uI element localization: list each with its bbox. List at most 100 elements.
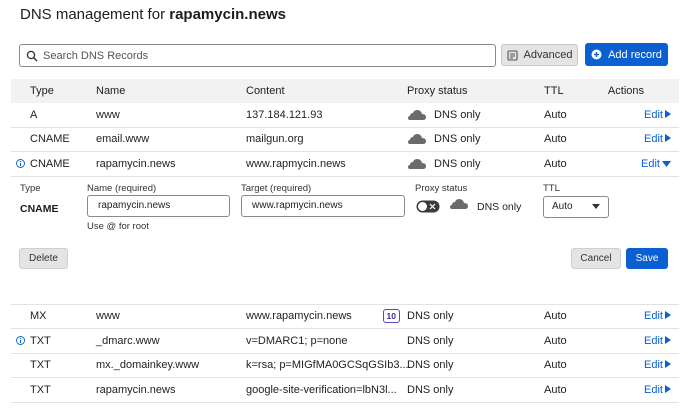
record-content-text: mailgun.org xyxy=(246,133,304,146)
proxy-status-text: DNS only xyxy=(434,108,481,121)
search-icon xyxy=(26,50,38,61)
target-input[interactable] xyxy=(252,200,404,211)
plus-circle-icon xyxy=(591,49,602,60)
record-name: www xyxy=(96,310,120,323)
proxy-status-text: DNS only xyxy=(434,133,481,146)
record-ttl: Auto xyxy=(544,334,567,347)
record-content: google-site-verification=lbN3l... xyxy=(246,378,397,402)
table-row[interactable]: TXT rapamycin.news google-site-verificatio… xyxy=(11,378,679,403)
table-row[interactable]: TXT _dmarc.www v=DMARC1; p=none DNS only Aut… xyxy=(11,329,679,354)
col-actions-header: Actions xyxy=(607,85,644,97)
table-header: Type Name Content Proxy status TTL Actio… xyxy=(11,79,679,103)
edit-link[interactable]: Edit xyxy=(644,128,671,152)
proxy-status: DNS only xyxy=(407,329,453,353)
target-label: Target (required) xyxy=(241,182,312,194)
target-field[interactable] xyxy=(241,194,405,217)
priority-badge: 10 xyxy=(382,309,400,324)
dns-records-table: Type Name Content Proxy status TTL Actio… xyxy=(11,79,679,409)
type-value: CNAME xyxy=(20,202,59,215)
record-type: TXT xyxy=(30,383,51,396)
record-name: _dmarc.www xyxy=(96,334,160,347)
table-row[interactable]: Awww 137.184.121.93 DNS only Auto Edit xyxy=(11,103,679,128)
record-content-text: 137.184.121.93 xyxy=(246,108,323,121)
table-row[interactable]: TXT www v=spf1 include:mailgun.org ~all DNS… xyxy=(11,403,679,409)
delete-button[interactable]: Delete xyxy=(19,247,68,269)
table-row[interactable]: MX www www.rapamycin.news 10 DNS only Auto Edi… xyxy=(11,305,679,329)
col-name-header[interactable]: Name xyxy=(96,79,125,103)
edit-link[interactable]: Edit xyxy=(644,329,671,353)
record-content: k=rsa; p=MIGfMA0GCSqGSIb3... xyxy=(246,354,409,378)
info-icon[interactable] xyxy=(16,329,25,353)
cloud-icon xyxy=(407,132,427,146)
save-button[interactable]: Save xyxy=(626,247,668,269)
record-type: MX xyxy=(30,310,47,323)
proxy-status: DNS only xyxy=(407,305,453,329)
proxy-toggle[interactable] xyxy=(416,200,440,216)
record-content: www.rapamycin.news 10 xyxy=(246,305,400,329)
record-content: 137.184.121.93 xyxy=(246,103,322,127)
caret-right-icon xyxy=(665,133,671,145)
record-name: mx._domainkey.www xyxy=(96,359,200,372)
edit-link[interactable]: Edit xyxy=(644,403,671,409)
cancel-button[interactable]: Cancel xyxy=(571,247,621,269)
proxy-status: DNS only xyxy=(407,354,453,378)
col-content-header[interactable]: Content xyxy=(246,79,285,103)
advanced-label: Advanced xyxy=(523,49,573,61)
advanced-button[interactable]: Advanced xyxy=(501,44,578,66)
record-content-text: k=rsa; p=MIGfMA0GCSqGSIb3... xyxy=(246,359,409,372)
edit-link[interactable]: Edit xyxy=(644,305,671,329)
col-ttl-header[interactable]: TTL xyxy=(544,79,564,103)
caret-right-icon xyxy=(665,335,671,347)
record-name: www xyxy=(96,403,120,409)
proxy-status-label: Proxy status xyxy=(415,182,468,194)
record-content: www.rapmycin.news xyxy=(246,152,346,176)
record-type: CNAME xyxy=(30,133,70,146)
name-input[interactable] xyxy=(98,200,229,211)
name-field[interactable] xyxy=(87,194,230,217)
record-type: TXT xyxy=(30,403,51,409)
table-row[interactable]: TXT mx._domainkey.www k=rsa; p=MIGfMA0GCSq… xyxy=(11,354,679,378)
name-label: Name (required) xyxy=(87,182,157,194)
record-name: rapamycin.news xyxy=(96,383,176,396)
ttl-select[interactable]: Auto xyxy=(543,195,609,218)
proxy-status: DNS only xyxy=(407,403,453,409)
page-title-domain: rapamycin.news xyxy=(169,6,286,23)
edit-label: Edit xyxy=(644,108,663,121)
record-name: rapamycin.news xyxy=(96,157,176,170)
proxy-status: DNS only xyxy=(407,378,453,402)
proxy-status: DNS only xyxy=(407,152,480,176)
chevron-down-icon xyxy=(592,204,600,209)
filter-document-icon xyxy=(506,49,518,61)
col-proxy-header: Proxy status xyxy=(407,85,468,97)
caret-right-icon xyxy=(665,109,671,121)
proxy-status-text: DNS only xyxy=(407,359,454,372)
search-box[interactable] xyxy=(19,44,496,67)
record-ttl: Auto xyxy=(544,310,567,323)
edit-label: Edit xyxy=(644,133,663,146)
edit-label: Edit xyxy=(644,359,663,372)
edit-link[interactable]: Edit xyxy=(644,354,671,378)
record-type: TXT xyxy=(30,334,51,347)
add-record-label: Add record xyxy=(608,48,662,61)
info-icon[interactable] xyxy=(16,152,25,176)
search-input[interactable] xyxy=(43,49,483,62)
table-row[interactable]: CNAME email.www mailgun.org DNS only Auto Edi… xyxy=(11,128,679,152)
add-record-button[interactable]: Add record xyxy=(585,43,668,66)
col-type-header[interactable]: Type xyxy=(30,79,54,103)
name-hint: Use @ for root xyxy=(87,220,149,232)
proxy-status: DNS only xyxy=(407,128,480,152)
edit-link[interactable]: Edit xyxy=(644,103,671,127)
edit-label: Edit xyxy=(644,383,663,396)
record-ttl: Auto xyxy=(544,403,567,409)
proxy-status-value: DNS only xyxy=(477,200,522,213)
proxy-status-text: DNS only xyxy=(407,334,454,347)
edit-label: Edit xyxy=(644,310,663,323)
record-content-text: www.rapamycin.news xyxy=(246,310,352,323)
edit-link[interactable]: Edit xyxy=(641,152,671,176)
record-content-text: v=DMARC1; p=none xyxy=(246,334,348,347)
record-ttl: Auto xyxy=(544,133,567,146)
table-row[interactable]: CNAME rapamycin.news www.rapmycin.news DNS … xyxy=(11,152,679,177)
edit-link[interactable]: Edit xyxy=(644,378,671,402)
proxy-status: DNS only xyxy=(407,103,480,127)
page-title-prefix: DNS management for xyxy=(20,6,170,23)
